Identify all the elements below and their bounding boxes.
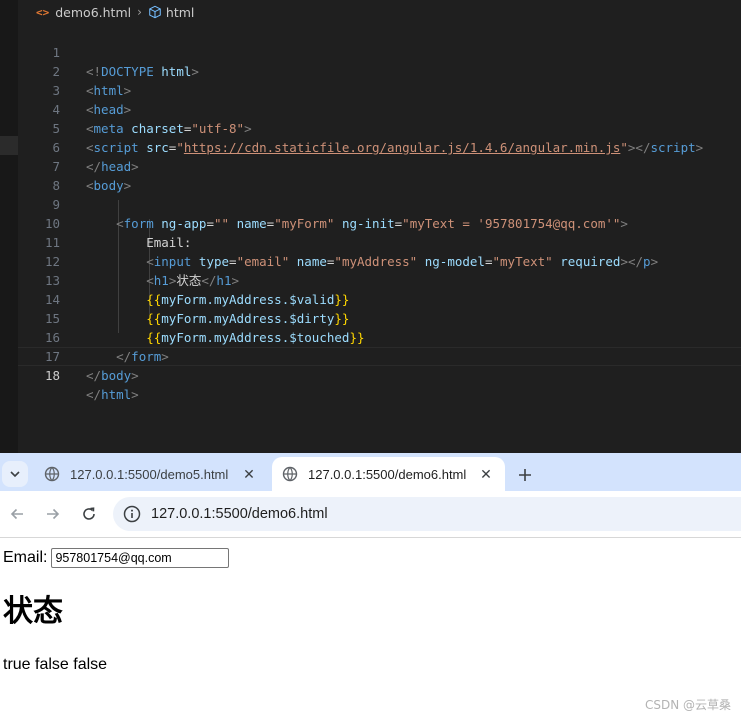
tab-demo6[interactable]: 127.0.0.1:5500/demo6.html ✕ <box>272 457 505 491</box>
page-content: Email: 状态 true false false <box>0 538 741 719</box>
email-input[interactable] <box>51 548 230 568</box>
editor-gutter-strip <box>0 0 18 453</box>
address-bar[interactable]: 127.0.0.1:5500/demo6.html <box>113 497 741 531</box>
code-line[interactable]: 11 <input type="email" name="myAddress" … <box>18 214 741 269</box>
new-tab-button[interactable] <box>512 462 538 488</box>
reload-button[interactable] <box>76 501 102 527</box>
breadcrumb-element[interactable]: html <box>166 5 194 20</box>
tab-demo5[interactable]: 127.0.0.1:5500/demo5.html ✕ <box>34 457 268 491</box>
code-line[interactable]: 16 </form> <box>18 309 741 364</box>
html-file-icon: <> <box>36 5 50 19</box>
code-line[interactable]: 5 <script src="https://cdn.staticfile.or… <box>18 100 741 155</box>
code-line[interactable]: 8 <box>18 157 741 193</box>
code-line[interactable]: 13 {{myForm.myAddress.$valid}} <box>18 252 741 307</box>
code-line[interactable]: 7 <body> <box>18 138 741 193</box>
code-line[interactable]: 17 </body> <box>18 328 741 383</box>
reload-icon <box>83 507 95 520</box>
forward-button[interactable] <box>40 501 66 527</box>
code-line[interactable]: 9 <form ng-app="" name="myForm" ng-init=… <box>18 176 741 231</box>
email-label: Email: <box>3 549 48 566</box>
close-icon[interactable]: ✕ <box>477 466 495 483</box>
breadcrumb[interactable]: <> demo6.html › html <box>18 0 741 24</box>
watermark: CSDN @云草桑 <box>644 698 731 712</box>
code-line[interactable]: 12 <h1>状态</h1> <box>18 233 741 288</box>
info-icon[interactable] <box>122 504 142 524</box>
gutter-marker <box>0 136 18 155</box>
tab-strip: 127.0.0.1:5500/demo5.html ✕ 127.0.0.1:55… <box>0 453 741 491</box>
browser-window: 127.0.0.1:5500/demo5.html ✕ 127.0.0.1:55… <box>0 453 741 719</box>
tab-title: 127.0.0.1:5500/demo5.html <box>70 466 229 482</box>
code-area[interactable]: 1 <!DOCTYPE html> 2 <html> 3 <head> 4 <m… <box>18 24 741 402</box>
plus-icon <box>519 469 531 481</box>
code-line-current[interactable]: 18 </html> <box>18 347 741 402</box>
tab-title: 127.0.0.1:5500/demo6.html <box>308 466 467 482</box>
code-line[interactable]: 6 </head> <box>18 119 741 174</box>
status-values: true false false <box>3 656 108 673</box>
line-number: 18 <box>44 368 60 383</box>
cube-icon <box>149 5 161 19</box>
status-heading: 状态 <box>3 594 63 629</box>
breadcrumb-file[interactable]: demo6.html <box>55 5 131 20</box>
code-line[interactable]: 4 <meta charset="utf-8"> <box>18 81 741 136</box>
code-line[interactable]: 1 <!DOCTYPE html> <box>18 24 741 79</box>
arrow-left-icon <box>10 508 23 520</box>
code-line[interactable]: 2 <html> <box>18 43 741 98</box>
email-row: Email: <box>3 548 230 568</box>
back-button[interactable] <box>4 501 30 527</box>
close-icon[interactable]: ✕ <box>240 466 258 483</box>
address-text[interactable]: 127.0.0.1:5500/demo6.html <box>151 506 328 522</box>
code-line[interactable]: 3 <head> <box>18 62 741 117</box>
globe-icon <box>282 466 298 482</box>
code-editor[interactable]: <> demo6.html › html 1 <!DOCTYPE html> 2… <box>0 0 741 453</box>
code-line[interactable]: 14 {{myForm.myAddress.$dirty}} <box>18 271 741 326</box>
chevron-down-icon <box>10 471 20 478</box>
code-line[interactable]: 15 {{myForm.myAddress.$touched}} <box>18 290 741 345</box>
code-line[interactable]: 10 Email: <box>18 195 741 250</box>
breadcrumb-separator: › <box>137 5 142 19</box>
globe-icon <box>44 466 60 482</box>
tab-search-button[interactable] <box>2 461 28 487</box>
arrow-right-icon <box>47 508 60 520</box>
browser-toolbar: 127.0.0.1:5500/demo6.html <box>0 491 741 538</box>
